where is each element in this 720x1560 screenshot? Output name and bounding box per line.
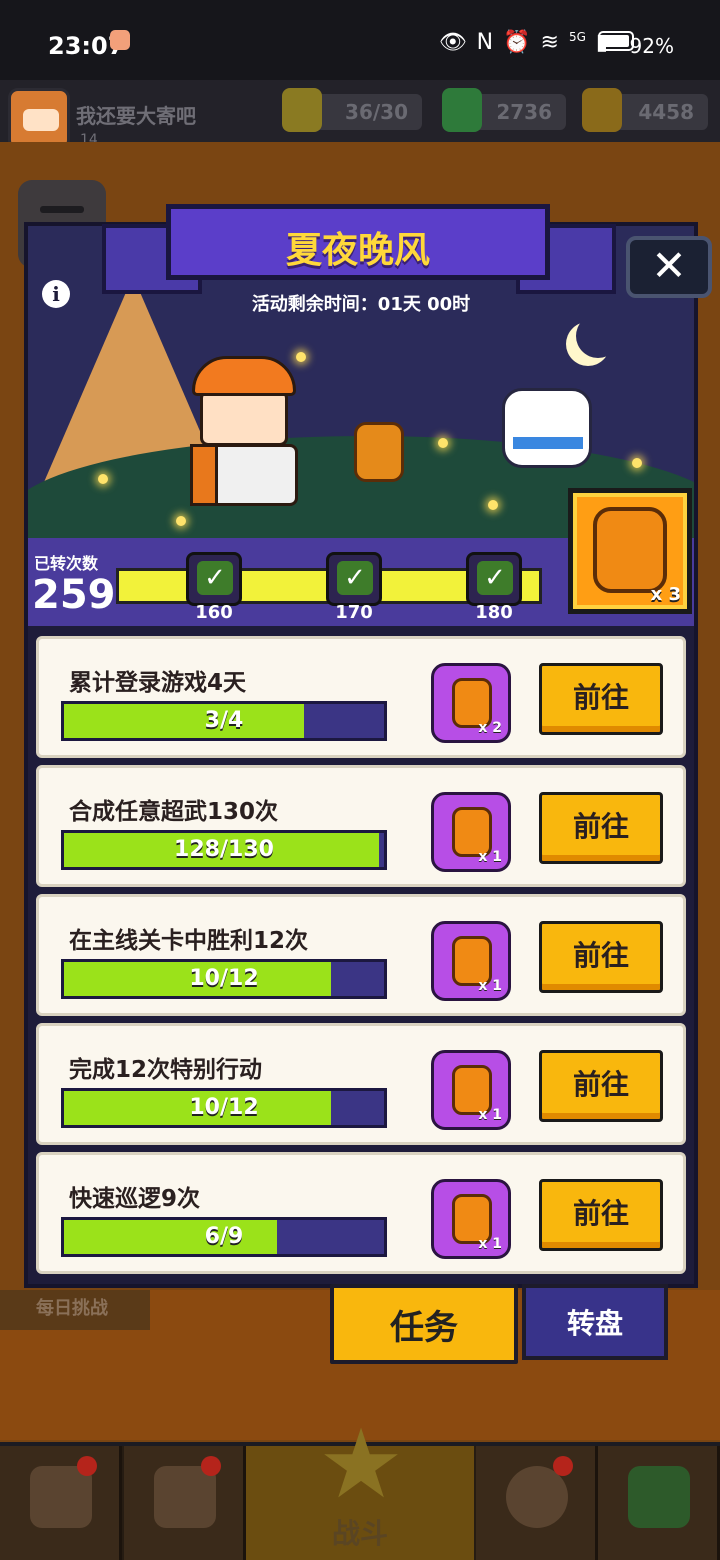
coin-counter[interactable]: 4458: [582, 88, 708, 132]
task-reward-qty: x 1: [478, 849, 502, 865]
nav-talent[interactable]: [476, 1446, 598, 1560]
event-title-banner: 夏夜晚风: [166, 204, 550, 280]
go-button[interactable]: 前往: [539, 663, 663, 735]
nfc-icon: N: [476, 30, 494, 55]
task-title: 快速巡逻9次: [69, 1186, 201, 1212]
notification-icon: [110, 30, 130, 50]
dna-icon: [628, 1466, 690, 1528]
task-reward-qty: x 1: [478, 1107, 502, 1123]
nav-evolve[interactable]: [598, 1446, 720, 1560]
grand-reward-qty: x 3: [650, 584, 681, 605]
top-hud: 我还要大寄吧 14 36/30 2736 4458: [0, 80, 720, 150]
task-row: 合成任意超武130次 128/130 x 1 前往: [36, 765, 686, 887]
milestone-value: 160: [195, 602, 233, 623]
nav-shop[interactable]: [0, 1446, 122, 1560]
grand-reward[interactable]: x 3: [568, 488, 692, 614]
task-title: 累计登录游戏4天: [69, 670, 247, 696]
task-reward[interactable]: x 1: [431, 1179, 511, 1259]
gem-icon: [442, 88, 482, 132]
star-icon: ★: [318, 1408, 405, 1520]
milestone-value: 170: [335, 602, 373, 623]
task-reward[interactable]: x 1: [431, 1050, 511, 1130]
event-dialog: i 活动剩余时间：01天 00时 已转次数 259 ✓ ✓ ✓ 160 170 …: [24, 222, 698, 1288]
player-name: 我还要大寄吧: [76, 104, 196, 128]
task-progress-text: 10/12: [189, 1095, 259, 1120]
check-icon: ✓: [337, 561, 373, 595]
hero-character: [186, 356, 302, 506]
alert-badge: [77, 1456, 97, 1476]
eye-icon: 👁: [438, 30, 467, 55]
firefly-jar-icon: [593, 507, 667, 593]
task-row: 快速巡逻9次 6/9 x 1 前往: [36, 1152, 686, 1274]
moon-icon: [576, 314, 620, 358]
task-title: 在主线关卡中胜利12次: [69, 928, 309, 954]
task-progress-bar: 3/4: [61, 701, 387, 741]
milestone-value: 180: [475, 602, 513, 623]
task-row: 完成12次特别行动 10/12 x 1 前往: [36, 1023, 686, 1145]
nav-equipment[interactable]: [124, 1446, 246, 1560]
turns-label: 已转次数: [34, 554, 99, 573]
task-reward[interactable]: x 1: [431, 792, 511, 872]
turns-count: 259: [32, 572, 116, 618]
alert-badge: [201, 1456, 221, 1476]
nav-battle[interactable]: ★ 战斗: [246, 1416, 474, 1560]
task-progress-text: 128/130: [174, 837, 274, 862]
coin-icon: [582, 88, 622, 132]
alarm-icon: ⏰: [503, 30, 531, 55]
status-bar: 23:07 👁 N ⏰ ≋ 5G ▮ 92%: [0, 0, 720, 80]
player-avatar[interactable]: [8, 88, 70, 150]
task-row: 累计登录游戏4天 3/4 x 2 前往: [36, 636, 686, 758]
task-progress-text: 6/9: [204, 1224, 244, 1249]
wifi-icon: ≋: [540, 30, 559, 55]
task-progress-bar: 10/12: [61, 959, 387, 999]
status-icons: 👁 N ⏰ ≋ 5G ▮: [439, 30, 608, 55]
milestone-reward[interactable]: ✓: [326, 552, 382, 606]
go-button[interactable]: 前往: [539, 921, 663, 993]
network-label: 5G: [568, 30, 586, 44]
energy-counter[interactable]: 36/30: [282, 88, 422, 132]
check-icon: ✓: [197, 561, 233, 595]
task-reward-qty: x 1: [478, 978, 502, 994]
task-list: 累计登录游戏4天 3/4 x 2 前往 合成任意超武130次 128/130 x…: [36, 636, 686, 1281]
task-title: 完成12次特别行动: [69, 1057, 263, 1083]
task-reward[interactable]: x 1: [431, 921, 511, 1001]
gem-counter[interactable]: 2736: [442, 88, 566, 132]
task-reward[interactable]: x 2: [431, 663, 511, 743]
dog-character: [502, 388, 592, 468]
task-reward-qty: x 1: [478, 1236, 502, 1252]
task-progress-bar: 128/130: [61, 830, 387, 870]
milestone-reward[interactable]: ✓: [466, 552, 522, 606]
go-button[interactable]: 前往: [539, 792, 663, 864]
nav-battle-label: 战斗: [332, 1517, 389, 1550]
task-title: 合成任意超武130次: [69, 799, 279, 825]
battery-level: 92%: [629, 34, 674, 58]
task-progress-bar: 6/9: [61, 1217, 387, 1257]
firefly-jar-icon: [354, 422, 404, 482]
task-reward-qty: x 2: [478, 720, 502, 736]
task-progress-text: 3/4: [204, 708, 244, 733]
task-progress-text: 10/12: [189, 966, 259, 991]
go-button[interactable]: 前往: [539, 1179, 663, 1251]
go-button[interactable]: 前往: [539, 1050, 663, 1122]
tab-task[interactable]: 任务: [330, 1284, 518, 1364]
check-icon: ✓: [477, 561, 513, 595]
daily-challenge-tab[interactable]: 每日挑战: [0, 1290, 150, 1330]
tab-wheel[interactable]: 转盘: [522, 1284, 668, 1360]
alert-badge: [553, 1456, 573, 1476]
event-title: 夏夜晚风: [285, 230, 430, 271]
task-row: 在主线关卡中胜利12次 10/12 x 1 前往: [36, 894, 686, 1016]
lightning-icon: [282, 88, 322, 132]
close-button[interactable]: ✕: [626, 236, 712, 298]
milestone-reward[interactable]: ✓: [186, 552, 242, 606]
task-progress-bar: 10/12: [61, 1088, 387, 1128]
